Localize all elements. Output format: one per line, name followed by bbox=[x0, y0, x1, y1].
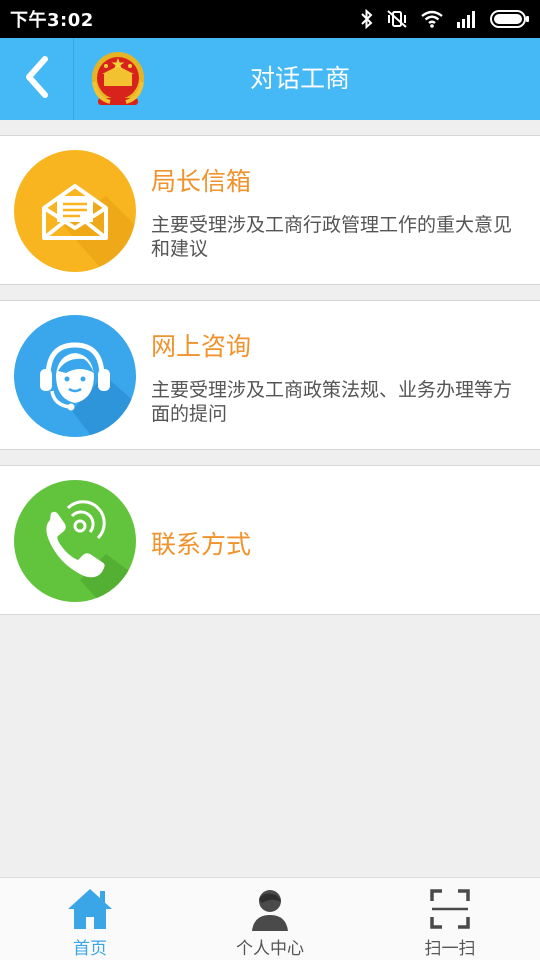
back-button[interactable] bbox=[0, 38, 74, 120]
menu-item-title: 网上咨询 bbox=[151, 332, 252, 361]
nav-label: 个人中心 bbox=[236, 939, 304, 959]
status-bar: 下午3:02 bbox=[0, 0, 540, 38]
user-icon bbox=[250, 886, 290, 932]
wifi-icon bbox=[420, 9, 444, 29]
menu-item-title: 联系方式 bbox=[151, 530, 252, 559]
status-icons bbox=[360, 9, 530, 29]
scan-icon bbox=[430, 886, 470, 932]
bluetooth-icon bbox=[360, 9, 374, 29]
menu-item-contact[interactable]: 联系方式 bbox=[0, 465, 540, 615]
nav-label: 首页 bbox=[73, 939, 107, 959]
vibrate-off-icon bbox=[386, 9, 408, 29]
bottom-nav: 首页 个人中心 扫一扫 bbox=[0, 877, 540, 960]
header-bar: 对话工商 bbox=[0, 38, 540, 120]
nav-label: 扫一扫 bbox=[424, 939, 476, 959]
signal-icon bbox=[456, 10, 478, 28]
menu-item-description: 主要受理涉及工商行政管理工作的重大意见和建议 bbox=[151, 214, 513, 260]
battery-icon bbox=[490, 10, 530, 28]
envelope-icon bbox=[14, 150, 136, 272]
nav-item-home[interactable]: 首页 bbox=[0, 878, 180, 960]
home-icon bbox=[66, 886, 114, 932]
menu-item-description: 主要受理涉及工商政策法规、业务办理等方面的提问 bbox=[151, 379, 513, 425]
headset-agent-icon bbox=[14, 315, 136, 437]
page-title: 对话工商 bbox=[249, 64, 350, 93]
national-emblem-icon bbox=[88, 50, 148, 110]
nav-item-profile[interactable]: 个人中心 bbox=[180, 878, 360, 960]
nav-item-scan[interactable]: 扫一扫 bbox=[360, 878, 540, 960]
phone-icon bbox=[14, 480, 136, 602]
status-time: 下午3:02 bbox=[10, 10, 94, 31]
menu-item-title: 局长信箱 bbox=[151, 167, 252, 196]
chevron-left-icon bbox=[23, 55, 51, 103]
menu-item-online-consult[interactable]: 网上咨询 主要受理涉及工商政策法规、业务办理等方面的提问 bbox=[0, 300, 540, 450]
menu-item-director-mailbox[interactable]: 局长信箱 主要受理涉及工商行政管理工作的重大意见和建议 bbox=[0, 135, 540, 285]
